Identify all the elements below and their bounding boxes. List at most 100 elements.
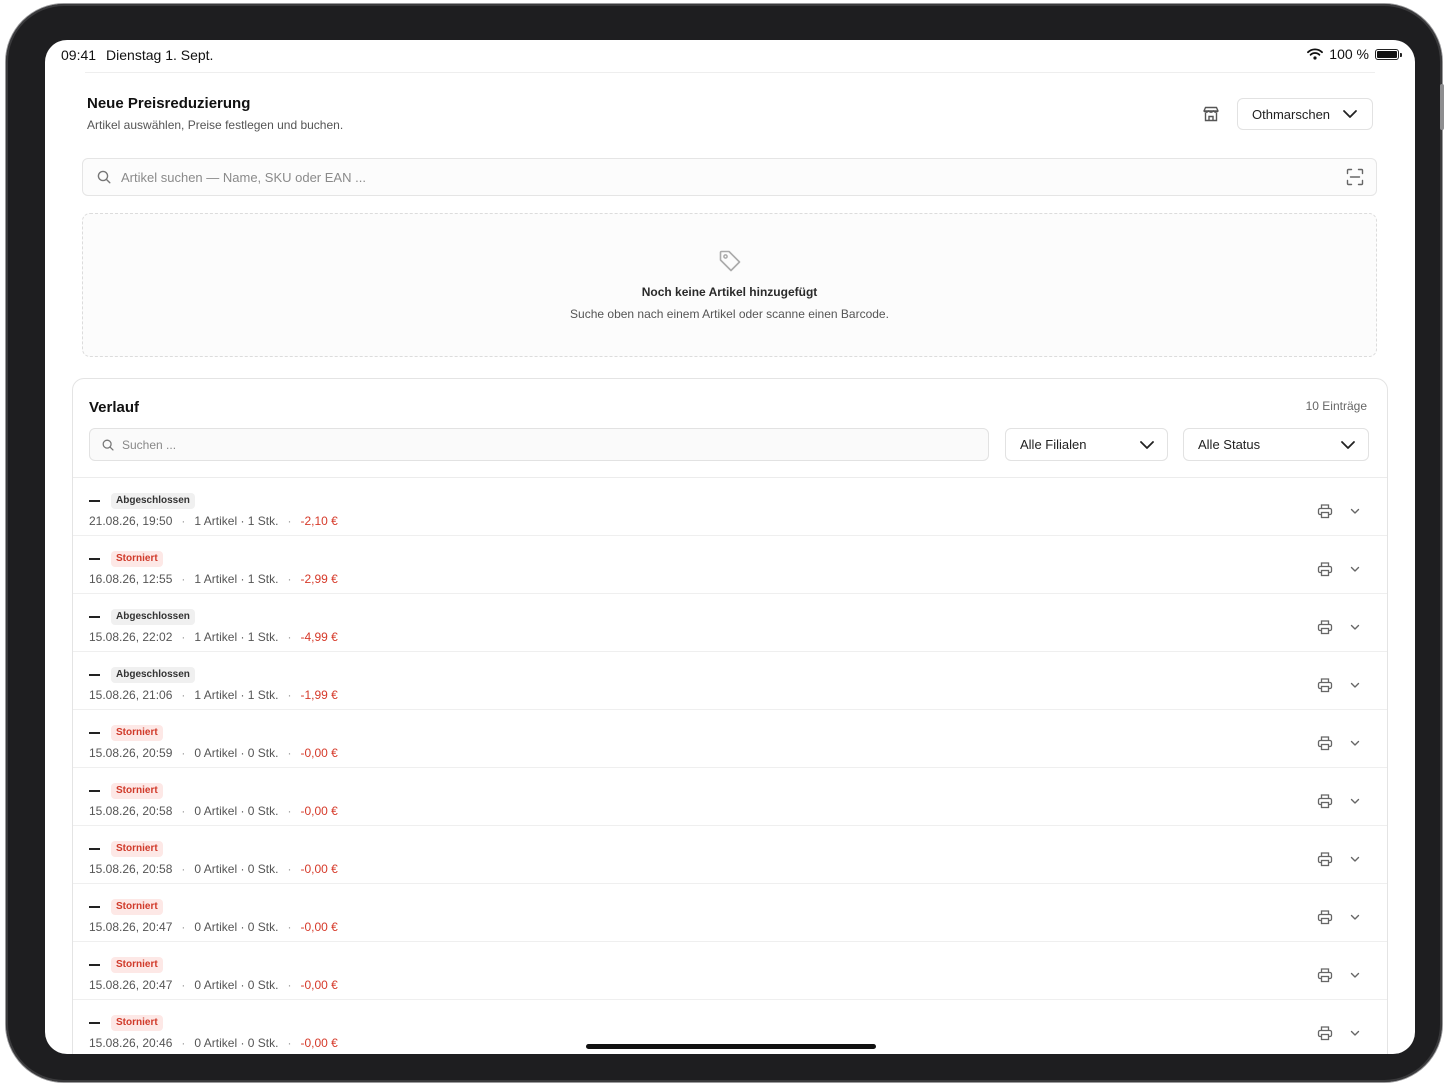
history-row[interactable]: Storniert 15.08.26, 20:59 · 0 Artikel · 0 … <box>73 710 1387 768</box>
history-search <box>89 428 989 461</box>
row-meta: 15.08.26, 20:47 · 0 Artikel · 0 Stk. · -0,00… <box>89 978 338 992</box>
row-amount: -4,99 € <box>300 630 338 644</box>
dash-icon <box>89 790 100 792</box>
article-search <box>82 158 1377 196</box>
status-badge: Storniert <box>111 783 163 799</box>
page-subtitle: Artikel auswählen, Preise festlegen und … <box>87 118 344 132</box>
history-card: Verlauf 10 Einträge Alle Filialen Alle S… <box>72 378 1388 1054</box>
home-indicator[interactable] <box>586 1044 876 1049</box>
history-row[interactable]: Storniert 15.08.26, 20:58 · 0 Artikel · 0 … <box>73 826 1387 884</box>
printer-icon[interactable] <box>1317 793 1333 809</box>
row-items: 0 Artikel · 0 Stk. <box>194 1036 279 1050</box>
status-badge: Storniert <box>111 725 163 741</box>
printer-icon[interactable] <box>1317 967 1333 983</box>
row-amount: -0,00 € <box>300 862 338 876</box>
history-row[interactable]: Abgeschlossen 15.08.26, 21:06 · 1 Artikel … <box>73 652 1387 710</box>
row-datetime: 15.08.26, 20:47 <box>89 978 173 992</box>
status-date: Dienstag 1. Sept. <box>106 47 214 63</box>
dash-icon <box>89 964 100 966</box>
row-items: 0 Artikel · 0 Stk. <box>194 746 279 760</box>
empty-state-subtitle: Suche oben nach einem Artikel oder scann… <box>570 307 889 321</box>
chevron-down-icon[interactable] <box>1349 737 1361 749</box>
history-row[interactable]: Abgeschlossen 21.08.26, 19:50 · 1 Artikel … <box>73 478 1387 536</box>
empty-state-title: Noch keine Artikel hinzugefügt <box>641 285 818 299</box>
printer-icon[interactable] <box>1317 503 1333 519</box>
printer-icon[interactable] <box>1317 1025 1333 1041</box>
chevron-down-icon[interactable] <box>1349 795 1361 807</box>
chevron-down-icon[interactable] <box>1349 621 1361 633</box>
row-meta: 16.08.26, 12:55 · 1 Artikel · 1 Stk. · -2,99… <box>89 572 338 586</box>
row-items: 0 Artikel · 0 Stk. <box>194 862 279 876</box>
row-items: 0 Artikel · 0 Stk. <box>194 920 279 934</box>
row-amount: -0,00 € <box>300 920 338 934</box>
row-meta: 15.08.26, 20:59 · 0 Artikel · 0 Stk. · -0,00… <box>89 746 338 760</box>
printer-icon[interactable] <box>1317 619 1333 635</box>
wifi-icon <box>1307 48 1324 60</box>
filter-status-select[interactable]: Alle Status <box>1183 428 1369 461</box>
row-items: 1 Artikel · 1 Stk. <box>194 630 279 644</box>
side-button <box>1440 84 1444 130</box>
chevron-down-icon <box>1140 440 1154 449</box>
dash-icon <box>89 732 100 734</box>
row-amount: -0,00 € <box>300 978 338 992</box>
branch-select-value: Othmarschen <box>1252 106 1331 122</box>
history-row[interactable]: Storniert 15.08.26, 20:58 · 0 Artikel · 0 … <box>73 768 1387 826</box>
printer-icon[interactable] <box>1317 909 1333 925</box>
dash-icon <box>89 1022 100 1024</box>
chevron-down-icon[interactable] <box>1349 505 1361 517</box>
printer-icon[interactable] <box>1317 677 1333 693</box>
row-meta: 15.08.26, 21:06 · 1 Artikel · 1 Stk. · -1,99… <box>89 688 338 702</box>
store-icon[interactable] <box>1201 104 1221 124</box>
history-row[interactable]: Storniert 16.08.26, 12:55 · 1 Artikel · 1 … <box>73 536 1387 594</box>
row-amount: -1,99 € <box>300 688 338 702</box>
row-amount: -0,00 € <box>300 746 338 760</box>
search-icon <box>97 170 111 184</box>
printer-icon[interactable] <box>1317 561 1333 577</box>
status-badge: Storniert <box>111 957 163 973</box>
chevron-down-icon[interactable] <box>1349 911 1361 923</box>
page-title: Neue Preisreduzierung <box>87 95 251 112</box>
printer-icon[interactable] <box>1317 735 1333 751</box>
branch-select[interactable]: Othmarschen <box>1237 98 1373 130</box>
history-count: 10 Einträge <box>1305 399 1367 413</box>
row-datetime: 15.08.26, 20:47 <box>89 920 173 934</box>
row-meta: 15.08.26, 20:47 · 0 Artikel · 0 Stk. · -0,00… <box>89 920 338 934</box>
row-meta: 15.08.26, 20:58 · 0 Artikel · 0 Stk. · -0,00… <box>89 862 338 876</box>
filter-branch-select[interactable]: Alle Filialen <box>1005 428 1168 461</box>
history-row[interactable]: Storniert 15.08.26, 20:47 · 0 Artikel · 0 … <box>73 942 1387 1000</box>
chevron-down-icon[interactable] <box>1349 563 1361 575</box>
barcode-scan-icon[interactable] <box>1346 168 1364 186</box>
status-divider <box>85 72 1375 73</box>
row-meta: 15.08.26, 20:46 · 0 Artikel · 0 Stk. · -0,00… <box>89 1036 338 1050</box>
chevron-down-icon[interactable] <box>1349 679 1361 691</box>
status-bar: 09:41 Dienstag 1. Sept. 100 % <box>45 40 1415 72</box>
row-items: 1 Artikel · 1 Stk. <box>194 514 279 528</box>
history-row[interactable]: Storniert 15.08.26, 20:47 · 0 Artikel · 0 … <box>73 884 1387 942</box>
dash-icon <box>89 500 100 502</box>
dash-icon <box>89 616 100 618</box>
status-badge: Abgeschlossen <box>111 609 195 625</box>
article-search-input[interactable] <box>119 168 1346 186</box>
chevron-down-icon[interactable] <box>1349 853 1361 865</box>
row-datetime: 15.08.26, 20:58 <box>89 804 173 818</box>
dash-icon <box>89 906 100 908</box>
history-search-input[interactable] <box>120 436 988 453</box>
printer-icon[interactable] <box>1317 851 1333 867</box>
row-datetime: 15.08.26, 22:02 <box>89 630 173 644</box>
history-row[interactable]: Abgeschlossen 15.08.26, 22:02 · 1 Artikel … <box>73 594 1387 652</box>
dash-icon <box>89 848 100 850</box>
empty-state: Noch keine Artikel hinzugefügt Suche obe… <box>82 213 1377 357</box>
chevron-down-icon[interactable] <box>1349 1027 1361 1039</box>
chevron-down-icon <box>1343 110 1357 118</box>
screen: 09:41 Dienstag 1. Sept. 100 % Neue Preis… <box>45 40 1415 1054</box>
row-items: 1 Artikel · 1 Stk. <box>194 572 279 586</box>
dash-icon <box>89 558 100 560</box>
chevron-down-icon[interactable] <box>1349 969 1361 981</box>
row-amount: -0,00 € <box>300 804 338 818</box>
tag-icon <box>719 250 740 272</box>
row-items: 0 Artikel · 0 Stk. <box>194 978 279 992</box>
status-time: 09:41 <box>61 47 97 63</box>
filter-branch-value: Alle Filialen <box>1020 437 1087 452</box>
status-badge: Storniert <box>111 899 163 915</box>
row-items: 0 Artikel · 0 Stk. <box>194 804 279 818</box>
